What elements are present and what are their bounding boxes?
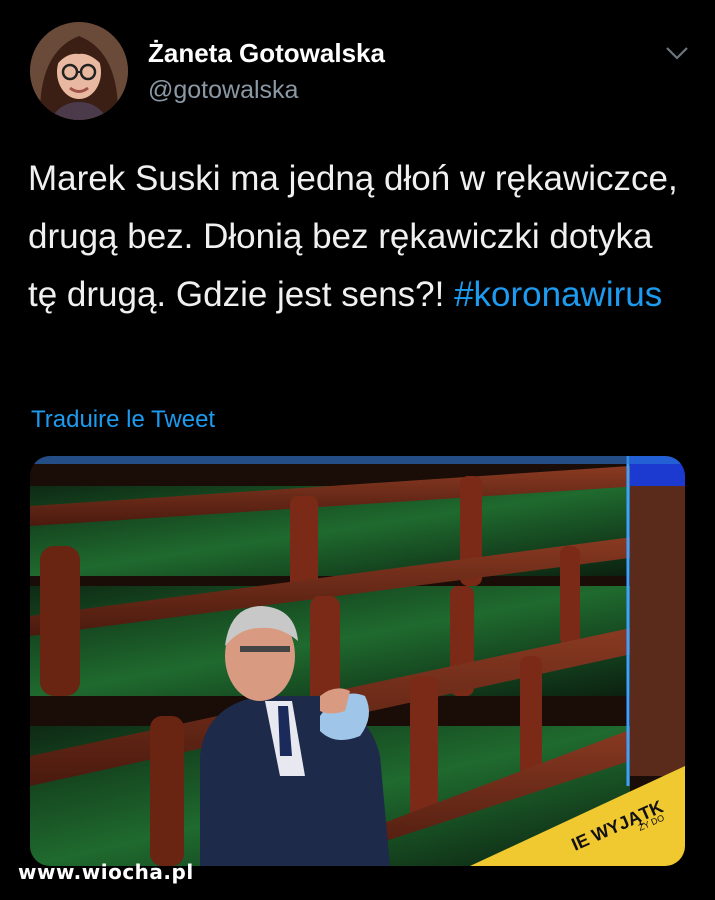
profile-photo-icon [30,22,128,120]
tweet-media[interactable]: IE WYJĄTK ZY DO [30,456,685,866]
tweet-text: Marek Suski ma jedną dłoń w rękawiczce, … [28,150,678,324]
photo-parliament-benches-icon: IE WYJĄTK ZY DO [30,456,685,866]
author-handle[interactable]: @gotowalska [148,76,298,105]
watermark: www.wiocha.pl [18,860,194,884]
hashtag-link[interactable]: #koronawirus [454,275,662,314]
chevron-down-icon[interactable] [664,40,690,66]
avatar[interactable] [30,22,128,120]
translate-link[interactable]: Traduire le Tweet [31,406,215,434]
author-name[interactable]: Żaneta Gotowalska [148,38,385,69]
